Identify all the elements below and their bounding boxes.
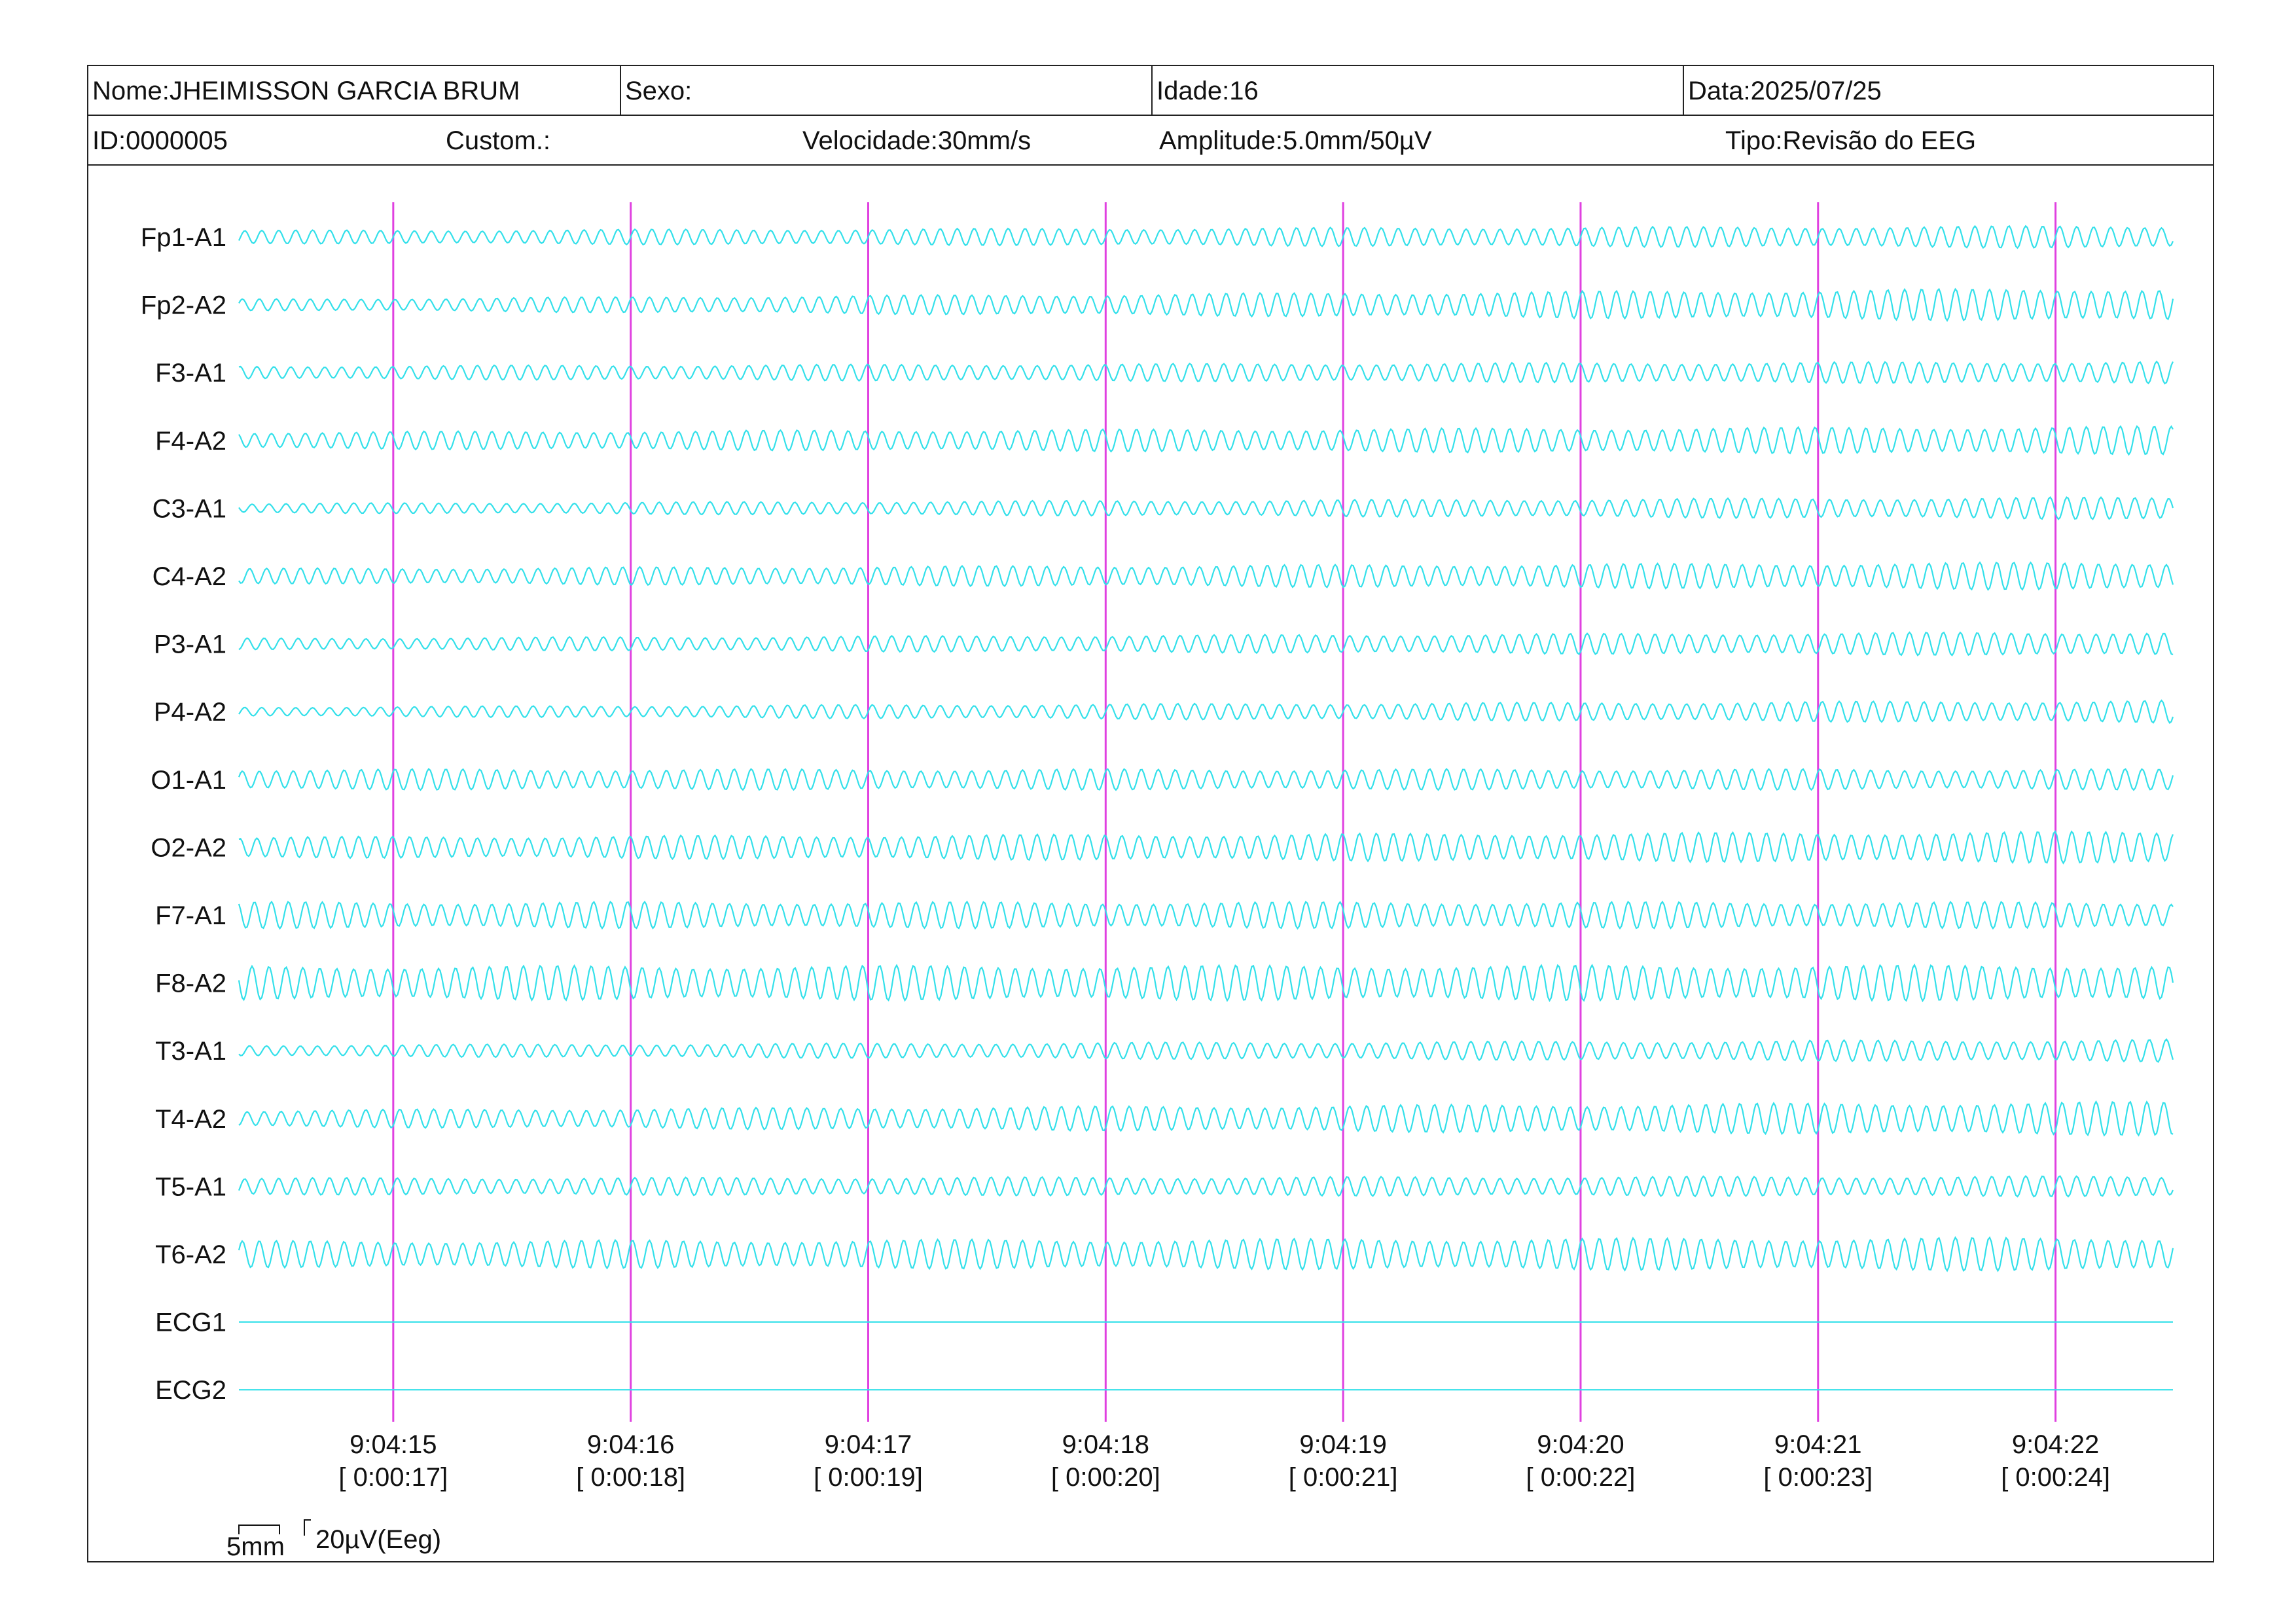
eeg-trace	[238, 768, 2174, 791]
channel-label: T5-A1	[155, 1172, 226, 1201]
channel-label: F7-A1	[155, 901, 226, 930]
channel-label: F4-A2	[155, 427, 226, 456]
tick-elapsed-label: [ 0:00:23]	[1763, 1463, 1873, 1492]
tick-clock-label: 9:04:19	[1299, 1430, 1386, 1459]
eeg-trace	[238, 1236, 2174, 1272]
eeg-traces	[238, 225, 2174, 1391]
tick-clock-label: 9:04:20	[1537, 1430, 1624, 1459]
channel-label: P4-A2	[154, 698, 226, 727]
time-tick-labels: 9:04:15 [ 0:00:17] 9:04:16 [ 0:00:18] 9:04:1…	[338, 1430, 2110, 1492]
eeg-trace	[238, 1175, 2174, 1198]
eeg-trace	[238, 225, 2174, 249]
channel-label: T3-A1	[155, 1037, 226, 1066]
eeg-trace	[238, 631, 2174, 657]
amp-scale-bracket	[304, 1519, 311, 1536]
amp-scale-label: 20µV(Eeg)	[315, 1525, 441, 1554]
eeg-trace	[238, 1038, 2174, 1063]
channel-label: F3-A1	[155, 359, 226, 388]
channel-label: O1-A1	[151, 766, 226, 795]
time-markers	[392, 202, 2057, 1422]
channel-label: Fp1-A1	[141, 223, 226, 252]
tick-elapsed-label: [ 0:00:17]	[338, 1463, 448, 1492]
eeg-trace	[238, 900, 2174, 930]
tick-elapsed-label: [ 0:00:18]	[576, 1463, 685, 1492]
channel-label: Fp2-A2	[141, 291, 226, 320]
channel-label: C4-A2	[152, 562, 226, 591]
channel-label: F8-A2	[155, 969, 226, 998]
tick-elapsed-label: [ 0:00:21]	[1289, 1463, 1398, 1492]
scale-bar: 5mm 20µV(Eeg)	[226, 1519, 441, 1561]
eeg-trace	[238, 830, 2174, 865]
eeg-trace	[238, 1100, 2174, 1137]
tick-clock-label: 9:04:22	[2012, 1430, 2099, 1459]
channel-label: T6-A2	[155, 1240, 226, 1269]
tick-clock-label: 9:04:16	[587, 1430, 674, 1459]
tick-clock-label: 9:04:21	[1774, 1430, 1861, 1459]
tick-elapsed-label: [ 0:00:22]	[1526, 1463, 1636, 1492]
tick-elapsed-label: [ 0:00:19]	[814, 1463, 923, 1492]
channel-label: O2-A2	[151, 833, 226, 862]
eeg-trace	[238, 699, 2174, 725]
eeg-trace	[238, 360, 2174, 385]
eeg-chart: Fp1-A1 Fp2-A2 F3-A1 F4-A2 C3-A1 C4-A2 P3-A1 P4-…	[141, 202, 2174, 1561]
channel-label: ECG1	[155, 1308, 226, 1337]
eeg-trace	[238, 496, 2174, 520]
eeg-trace	[238, 425, 2174, 456]
eeg-trace	[238, 963, 2174, 1003]
tick-elapsed-label: [ 0:00:20]	[1051, 1463, 1160, 1492]
tick-elapsed-label: [ 0:00:24]	[2001, 1463, 2110, 1492]
eeg-trace	[238, 287, 2174, 322]
tick-clock-label: 9:04:17	[825, 1430, 912, 1459]
eeg-trace	[238, 561, 2174, 591]
channel-label: C3-A1	[152, 494, 226, 523]
channel-label: P3-A1	[154, 630, 226, 659]
channel-label: T4-A2	[155, 1105, 226, 1134]
channel-label: ECG2	[155, 1376, 226, 1405]
tick-clock-label: 9:04:18	[1062, 1430, 1149, 1459]
time-scale-label: 5mm	[226, 1532, 285, 1561]
tick-clock-label: 9:04:15	[350, 1430, 437, 1459]
channel-labels: Fp1-A1 Fp2-A2 F3-A1 F4-A2 C3-A1 C4-A2 P3-A1 P4-…	[141, 223, 226, 1405]
